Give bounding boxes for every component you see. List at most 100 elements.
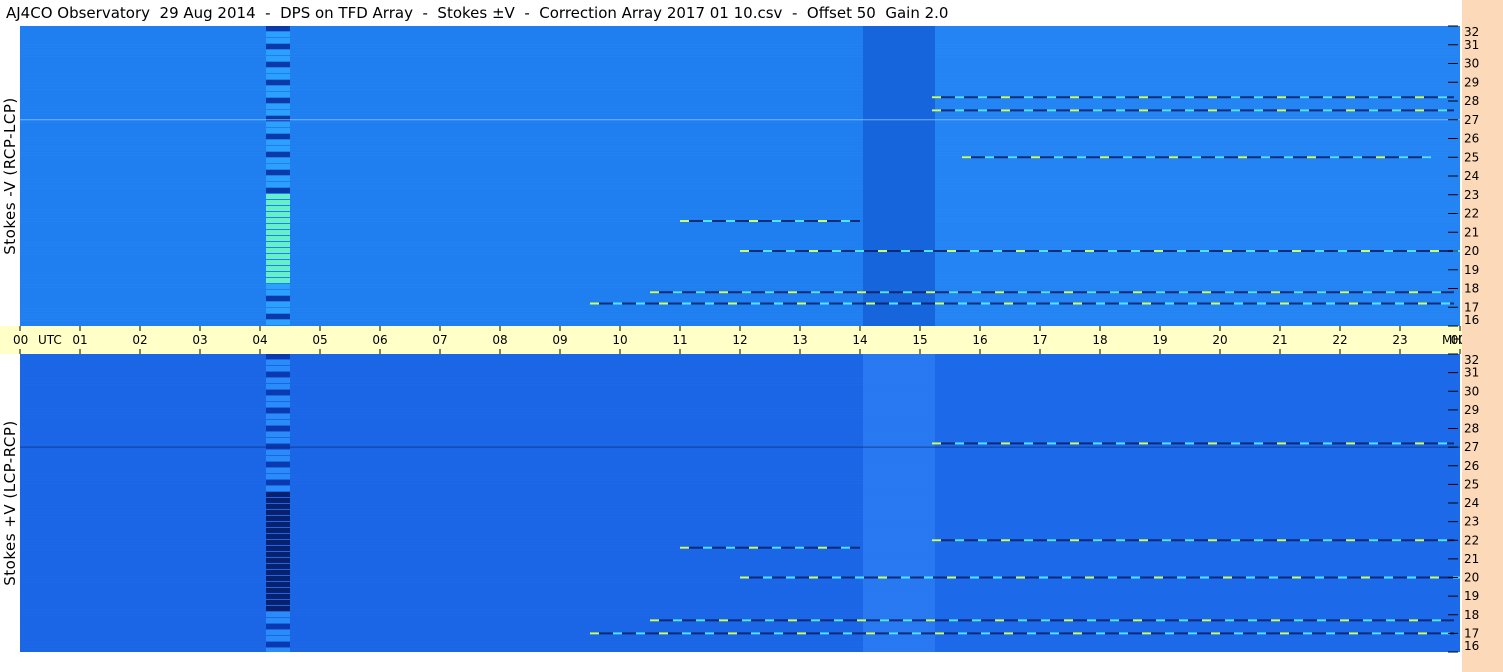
- interference-speckle: [1070, 539, 1079, 542]
- burst-column-cell: [266, 480, 290, 485]
- interference-speckle: [949, 619, 958, 622]
- interference-speckle: [1271, 291, 1280, 294]
- interference-speckle: [1277, 109, 1286, 112]
- interference-speckle: [1386, 291, 1395, 294]
- interference-speckle: [1349, 302, 1358, 305]
- burst-column-cell: [266, 80, 290, 85]
- interference-speckle: [993, 576, 1002, 579]
- interference-speckle: [834, 291, 843, 294]
- interference-speckle: [1430, 576, 1439, 579]
- freq-tick-label: 19: [1464, 589, 1479, 603]
- interference-speckle: [978, 109, 987, 112]
- time-tick-label: 08: [492, 333, 507, 347]
- interference-speckle: [728, 302, 737, 305]
- interference-speckle: [1185, 539, 1194, 542]
- time-band: [863, 354, 935, 652]
- time-tick-label: 18: [1092, 333, 1107, 347]
- interference-speckle: [912, 302, 921, 305]
- burst-column-cell: [266, 606, 290, 611]
- interference-speckle: [1119, 632, 1128, 635]
- interference-speckle: [841, 546, 850, 549]
- freq-tick-label: 17: [1464, 626, 1479, 640]
- interference-speckle: [1024, 109, 1033, 112]
- interference-speckle: [1248, 291, 1257, 294]
- burst-column-cell: [266, 146, 290, 151]
- interference-speckle: [1361, 250, 1370, 252]
- interference-speckle: [742, 291, 751, 294]
- interference-speckle: [1146, 156, 1155, 159]
- burst-column-cell: [266, 110, 290, 115]
- interference-speckle: [1430, 250, 1439, 252]
- top-panel-ylabel-text: Stokes -V (RCP-LCP): [1, 97, 19, 255]
- interference-speckle: [1202, 619, 1211, 622]
- interference-speckle: [955, 539, 964, 542]
- burst-column-cell: [266, 50, 290, 55]
- time-tick-label: 16: [972, 333, 987, 347]
- time-tick-label: 12: [732, 333, 747, 347]
- interference-speckle: [1225, 291, 1234, 294]
- interference-speckle: [1384, 250, 1393, 252]
- interference-speckle: [765, 291, 774, 294]
- interference-speckle: [1133, 619, 1142, 622]
- interference-speckle: [1418, 302, 1427, 305]
- burst-column-cell: [266, 642, 290, 647]
- interference-speckle: [1372, 632, 1381, 635]
- interference-speckle: [751, 302, 760, 305]
- burst-column-cell: [266, 534, 290, 539]
- interference-speckle: [1085, 250, 1094, 252]
- interference-speckle: [1087, 291, 1096, 294]
- time-band: [863, 26, 935, 326]
- interference-speckle: [843, 632, 852, 635]
- interference-speckle: [972, 619, 981, 622]
- interference-speckle: [742, 619, 751, 622]
- interference-speckle: [818, 220, 827, 222]
- interference-speckle: [970, 576, 979, 579]
- interference-speckle: [1050, 632, 1059, 635]
- interference-speckle: [1280, 632, 1289, 635]
- burst-column-cell: [266, 450, 290, 455]
- interference-speckle: [926, 619, 935, 622]
- burst-column-cell: [266, 594, 290, 599]
- burst-column-cell: [266, 212, 290, 217]
- freq-tick-label: 25: [1464, 150, 1479, 164]
- interference-speckle: [795, 546, 804, 549]
- top-frequency-ticks: 1617 18 19 20 21 22 23 24 25 26 27 28 29 30 3132: [1448, 25, 1479, 327]
- interference-speckle: [1208, 109, 1217, 112]
- interference-speckle: [680, 546, 689, 549]
- burst-column-cell: [266, 624, 290, 629]
- burst-column-cell: [266, 98, 290, 103]
- interference-speckle: [1231, 539, 1240, 542]
- interference-speckle: [682, 632, 691, 635]
- interference-speckle: [774, 302, 783, 305]
- interference-speckle: [1269, 250, 1278, 252]
- interference-speckle: [1438, 96, 1447, 99]
- interference-speckle: [935, 632, 944, 635]
- interference-speckle: [1246, 576, 1255, 579]
- interference-speckle: [1073, 302, 1082, 305]
- burst-column-cell: [266, 540, 290, 545]
- burst-column-cell: [266, 570, 290, 575]
- interference-speckle: [1177, 250, 1186, 252]
- interference-speckle: [788, 291, 797, 294]
- interference-speckle: [1116, 539, 1125, 542]
- freq-tick-label: 31: [1464, 366, 1479, 380]
- burst-column-cell: [266, 104, 290, 109]
- interference-speckle: [1323, 109, 1332, 112]
- interference-speckle: [880, 619, 889, 622]
- freq-tick-label: 32: [1464, 25, 1479, 39]
- interference-speckle: [1254, 109, 1263, 112]
- burst-column-cell: [266, 402, 290, 407]
- freq-tick-label: 26: [1464, 459, 1479, 473]
- interference-speckle: [955, 109, 964, 112]
- interference-speckle: [740, 576, 749, 579]
- interference-speckle: [726, 546, 735, 549]
- freq-tick-label: 32: [1464, 353, 1479, 367]
- interference-speckle: [947, 576, 956, 579]
- interference-speckle: [1093, 539, 1102, 542]
- interference-speckle: [1234, 302, 1243, 305]
- interference-speckle: [1338, 250, 1347, 252]
- interference-speckle: [811, 291, 820, 294]
- burst-column-cell: [266, 564, 290, 569]
- interference-speckle: [705, 302, 714, 305]
- interference-speckle: [1054, 156, 1063, 159]
